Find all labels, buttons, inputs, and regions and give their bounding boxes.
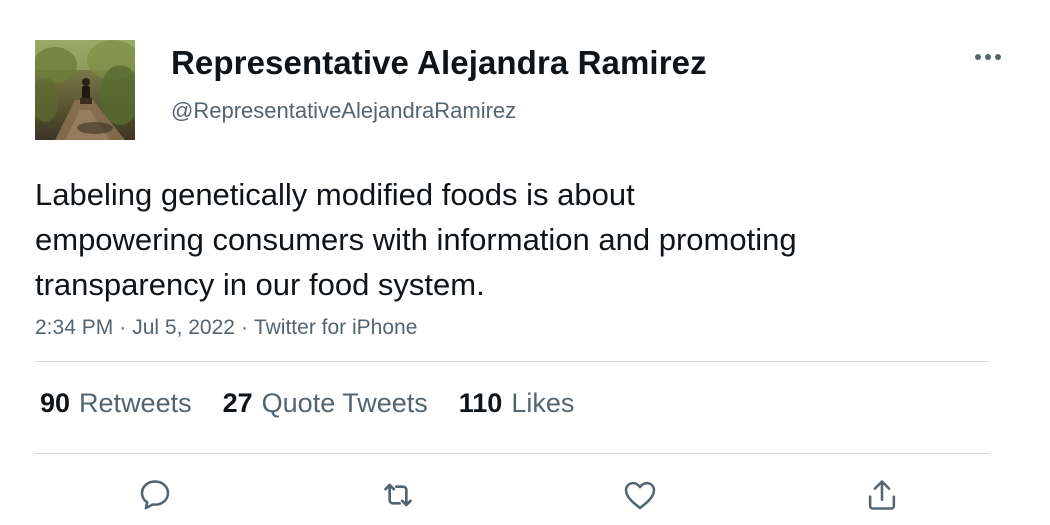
divider bbox=[35, 453, 989, 454]
tweet-metadata: 2:34 PM · Jul 5, 2022 · Twitter for iPhone bbox=[35, 316, 417, 340]
share-icon bbox=[868, 480, 896, 510]
more-options-button[interactable] bbox=[970, 44, 1006, 70]
heart-icon bbox=[624, 481, 656, 510]
meta-separator: · bbox=[240, 316, 248, 339]
divider bbox=[35, 361, 989, 362]
quote-tweets-stat[interactable]: 27 Quote Tweets bbox=[223, 388, 428, 419]
retweet-button[interactable] bbox=[378, 475, 418, 515]
action-bar bbox=[0, 475, 1050, 515]
likes-stat[interactable]: 110 Likes bbox=[459, 388, 575, 419]
retweets-label: Retweets bbox=[79, 388, 192, 418]
engagement-stats: 90 Retweets 27 Quote Tweets 110 Likes bbox=[40, 388, 605, 419]
avatar[interactable] bbox=[35, 40, 135, 140]
quote-tweets-count: 27 bbox=[222, 388, 253, 418]
likes-count: 110 bbox=[458, 388, 503, 418]
meta-separator: · bbox=[119, 316, 127, 339]
like-button[interactable] bbox=[620, 475, 660, 515]
retweet-icon bbox=[384, 483, 412, 507]
tweet-time[interactable]: 2:34 PM bbox=[35, 316, 113, 339]
tweet-date[interactable]: Jul 5, 2022 bbox=[132, 316, 235, 339]
tweet-source[interactable]: Twitter for iPhone bbox=[254, 316, 417, 339]
display-name[interactable]: Representative Alejandra Ramirez bbox=[171, 44, 707, 82]
retweets-stat[interactable]: 90 Retweets bbox=[40, 388, 192, 419]
quote-tweets-label: Quote Tweets bbox=[261, 388, 428, 418]
more-dots-icon bbox=[975, 54, 1001, 60]
share-button[interactable] bbox=[862, 475, 902, 515]
likes-label: Likes bbox=[511, 388, 575, 418]
user-handle[interactable]: @RepresentativeAlejandraRamirez bbox=[171, 98, 516, 124]
retweets-count: 90 bbox=[40, 388, 71, 418]
tweet-card: Representative Alejandra Ramirez @Repres… bbox=[0, 0, 1050, 525]
avatar-photo bbox=[35, 40, 135, 140]
tweet-text: Labeling genetically modified foods is a… bbox=[35, 177, 797, 302]
reply-button[interactable] bbox=[135, 475, 175, 515]
reply-icon bbox=[140, 480, 170, 510]
